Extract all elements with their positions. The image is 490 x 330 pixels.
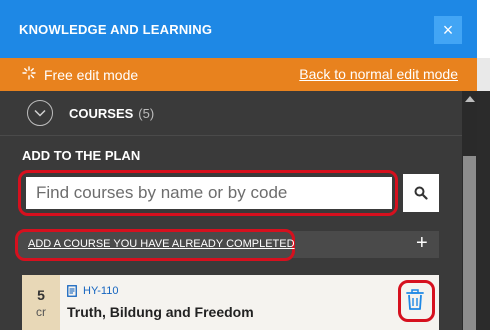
- close-button[interactable]: ×: [434, 16, 462, 44]
- scrollbar-thumb[interactable]: [463, 156, 476, 330]
- course-code[interactable]: HY-110: [83, 285, 118, 297]
- credits-badge: 5 cr: [22, 275, 60, 330]
- search-highlight: [18, 170, 398, 216]
- courses-label: COURSES: [69, 105, 134, 121]
- search-icon: [414, 186, 428, 200]
- scroll-up-arrow-icon[interactable]: [465, 96, 475, 102]
- close-icon: ×: [442, 20, 454, 40]
- course-search-input[interactable]: [26, 177, 392, 209]
- courses-count: (5): [138, 105, 155, 121]
- course-name: Truth, Bildung and Freedom: [67, 304, 254, 320]
- window-edge: [477, 58, 490, 91]
- trash-icon: [406, 289, 424, 310]
- mode-bar: Free edit mode Back to normal edit mode: [0, 58, 477, 91]
- credits-value: 5: [37, 286, 45, 303]
- knowledge-panel: KNOWLEDGE AND LEARNING × Free edit mode …: [0, 0, 490, 330]
- back-to-normal-link[interactable]: Back to normal edit mode: [299, 66, 458, 82]
- course-card[interactable]: [22, 275, 439, 330]
- panel-header: KNOWLEDGE AND LEARNING ×: [0, 0, 477, 58]
- add-completed-course-link[interactable]: ADD A COURSE YOU HAVE ALREADY COMPLETED: [28, 238, 295, 250]
- search-button[interactable]: [403, 174, 439, 212]
- mode-label: Free edit mode: [44, 66, 139, 83]
- document-icon: [67, 285, 77, 297]
- add-to-plan-heading: ADD TO THE PLAN: [22, 148, 141, 163]
- sparkle-icon: [22, 66, 36, 83]
- credits-unit: cr: [36, 304, 46, 319]
- courses-section-header[interactable]: COURSES (5): [0, 91, 462, 135]
- delete-course-button[interactable]: [405, 289, 425, 316]
- course-code-row: HY-110: [67, 285, 118, 297]
- window-edge: [477, 91, 490, 330]
- plus-icon[interactable]: +: [416, 233, 428, 253]
- chevron-down-icon[interactable]: [27, 100, 53, 126]
- panel-title: KNOWLEDGE AND LEARNING: [19, 21, 213, 37]
- divider: [0, 135, 462, 136]
- window-edge: [477, 0, 490, 58]
